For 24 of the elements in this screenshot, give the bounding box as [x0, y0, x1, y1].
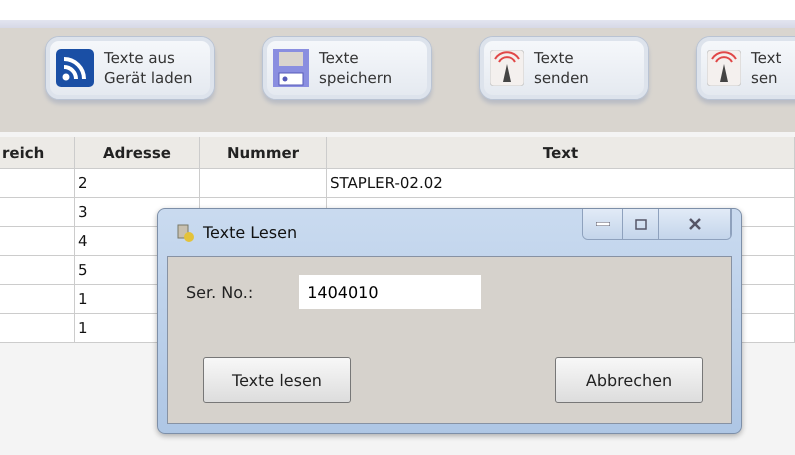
dialog-button[interactable]: Abbrechen	[555, 357, 703, 403]
column-header[interactable]: Adresse	[75, 137, 200, 169]
app-icon	[175, 222, 195, 242]
maximize-icon	[634, 218, 646, 230]
maximize-button[interactable]	[623, 209, 659, 239]
rss-icon	[56, 49, 94, 87]
minimize-button[interactable]	[583, 209, 623, 239]
table-cell: 2	[75, 169, 200, 198]
minimize-icon	[596, 222, 610, 226]
toolbar-button[interactable]: Texte aus Gerät laden	[45, 36, 215, 100]
column-header[interactable]: reich	[0, 137, 75, 169]
antenna-icon	[707, 50, 741, 86]
toolbar-button[interactable]: Texte senden	[479, 36, 649, 100]
dialog-button[interactable]: Texte lesen	[203, 357, 351, 403]
column-header[interactable]: Nummer	[200, 137, 327, 169]
toolbar-button[interactable]: Text sen	[696, 36, 795, 100]
column-header[interactable]: Text	[327, 137, 795, 169]
close-button[interactable]	[659, 209, 731, 239]
serial-number-field[interactable]: 1404010	[299, 275, 482, 309]
table-cell: STAPLER-02.02	[327, 169, 795, 198]
close-icon	[688, 218, 702, 230]
antenna-icon	[490, 50, 524, 86]
dialog-title: Texte Lesen	[203, 223, 298, 242]
toolbar-button[interactable]: Texte speichern	[262, 36, 432, 100]
